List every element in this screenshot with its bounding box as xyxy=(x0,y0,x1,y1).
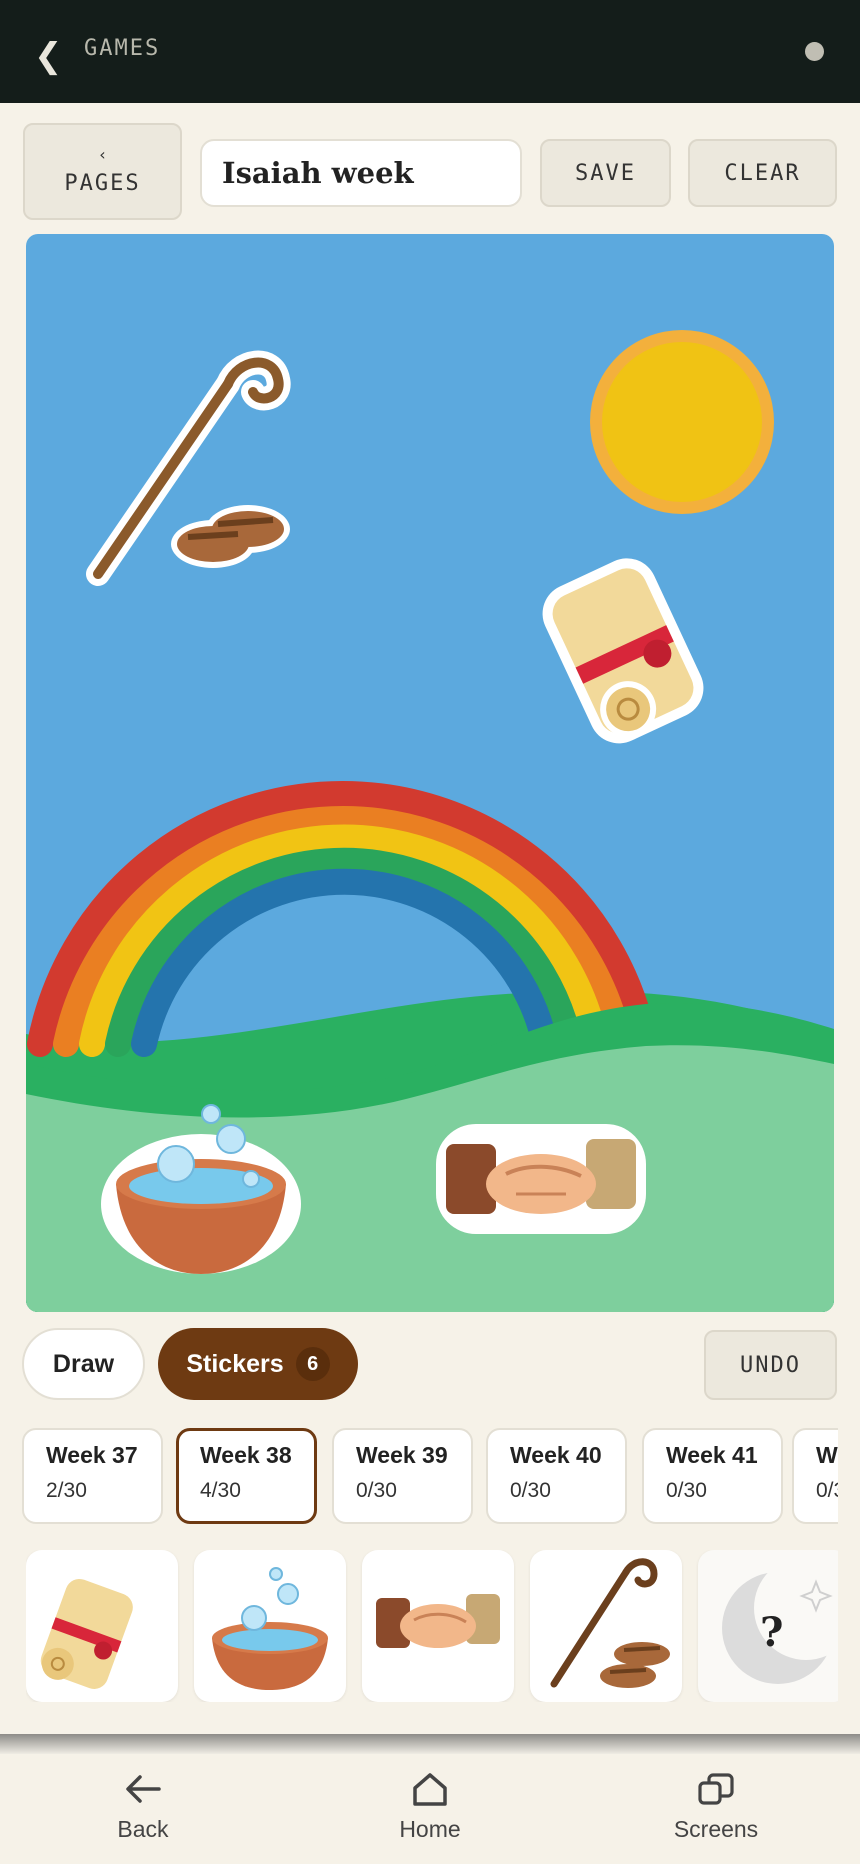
stickers-mode-label: Stickers xyxy=(186,1349,284,1378)
stickers-count-badge: 6 xyxy=(295,1347,330,1381)
bottom-navigation: Back Home Screens xyxy=(0,1754,860,1864)
handshake-sticker xyxy=(436,1124,646,1234)
sticker-tile-staff-sandals[interactable] xyxy=(530,1550,682,1702)
nav-home-label: Home xyxy=(399,1816,461,1842)
nav-screens-label: Screens xyxy=(673,1816,759,1842)
week-count: 0/30 xyxy=(816,1479,838,1502)
week-tab-40[interactable]: Week 40 0/30 xyxy=(486,1428,627,1524)
sticker-tile-locked-moon[interactable]: ? xyxy=(698,1550,838,1702)
pages-chevron-icon: ‹ xyxy=(99,145,106,164)
week-count: 0/30 xyxy=(510,1479,551,1502)
staff-sandals-icon xyxy=(550,1558,670,1688)
week-tab-39[interactable]: Week 39 0/30 xyxy=(332,1428,473,1524)
draw-mode-button[interactable]: Draw xyxy=(22,1328,145,1400)
sticker-tile-scroll[interactable] xyxy=(26,1550,178,1702)
nav-screens[interactable]: Screens xyxy=(616,1754,816,1864)
drawing-canvas[interactable] xyxy=(26,234,834,1312)
week-label: Week 42 xyxy=(816,1442,838,1468)
status-dot-icon xyxy=(805,42,824,61)
screens-icon xyxy=(698,1773,734,1805)
week-label: Week 38 xyxy=(200,1442,292,1468)
week-tab-42[interactable]: Week 42 0/30 xyxy=(792,1428,838,1524)
nav-back-label: Back xyxy=(117,1816,169,1842)
divider xyxy=(0,1734,860,1754)
week-tab-38[interactable]: Week 38 4/30 xyxy=(176,1428,317,1524)
week-count: 4/30 xyxy=(200,1479,241,1502)
sticker-palette: ? xyxy=(26,1550,838,1702)
handshake-icon xyxy=(376,1594,500,1648)
sun xyxy=(590,330,774,514)
chevron-left-icon[interactable]: ❮ xyxy=(34,36,63,76)
games-title[interactable]: GAMES xyxy=(84,36,160,61)
week-count: 0/30 xyxy=(356,1479,397,1502)
week-tabs: Week 37 2/30 Week 38 4/30 Week 39 0/30 W… xyxy=(22,1428,838,1526)
svg-text:?: ? xyxy=(760,1609,783,1656)
home-icon xyxy=(413,1773,447,1806)
pages-button[interactable]: ‹ PAGES xyxy=(23,123,182,220)
stickers-mode-button[interactable]: Stickers 6 xyxy=(158,1328,358,1400)
arrow-left-icon xyxy=(126,1775,161,1803)
nav-home[interactable]: Home xyxy=(330,1754,530,1864)
week-count: 0/30 xyxy=(666,1479,707,1502)
scroll-icon xyxy=(40,1578,133,1689)
locked-moon-icon: ? xyxy=(722,1556,838,1684)
washbasin-icon xyxy=(212,1567,328,1690)
week-tab-37[interactable]: Week 37 2/30 xyxy=(22,1428,163,1524)
clear-button[interactable]: CLEAR xyxy=(688,139,837,207)
sticker-tile-washbasin[interactable] xyxy=(194,1550,346,1702)
week-label: Week 40 xyxy=(510,1442,602,1468)
nav-back[interactable]: Back xyxy=(43,1754,243,1864)
sticker-tile-handshake[interactable] xyxy=(362,1550,514,1702)
undo-button[interactable]: UNDO xyxy=(704,1330,837,1400)
save-button[interactable]: SAVE xyxy=(540,139,671,207)
pages-label: PAGES xyxy=(64,171,141,196)
week-label: Week 41 xyxy=(666,1442,758,1468)
top-bar: ❮ GAMES xyxy=(0,0,860,103)
page-title-input[interactable] xyxy=(200,139,522,207)
week-tab-41[interactable]: Week 41 0/30 xyxy=(642,1428,783,1524)
week-label: Week 39 xyxy=(356,1442,448,1468)
week-count: 2/30 xyxy=(46,1479,87,1502)
week-label: Week 37 xyxy=(46,1442,138,1468)
